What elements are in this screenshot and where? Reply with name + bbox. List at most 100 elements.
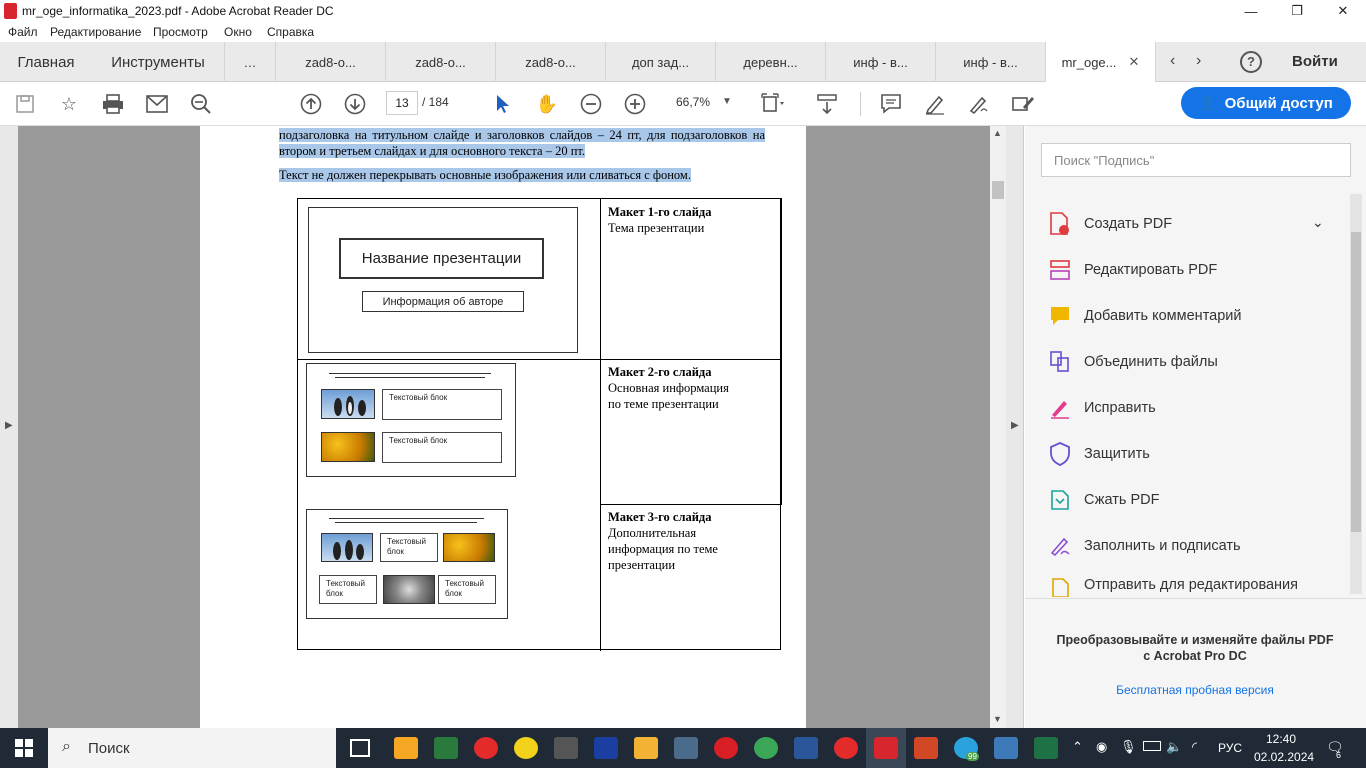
microphone-icon[interactable]: 🎙	[1120, 739, 1137, 755]
page-fit-icon[interactable]	[760, 92, 786, 116]
task-view-icon[interactable]	[350, 739, 370, 757]
tool-fix[interactable]: Исправить	[1048, 393, 1156, 423]
comment-icon[interactable]	[878, 92, 904, 116]
signin-button[interactable]: Войти	[1292, 53, 1338, 70]
tool-edit-pdf[interactable]: Редактировать PDF	[1048, 255, 1217, 285]
document-viewport[interactable]: подзаголовка на титульном слайде и загол…	[18, 126, 990, 728]
tool-protect[interactable]: Защитить	[1048, 439, 1150, 469]
tab-overflow[interactable]: …	[224, 42, 276, 82]
next-page-icon[interactable]	[342, 92, 368, 116]
expand-left-pane-icon[interactable]: ▶	[5, 420, 13, 431]
acrobat-taskbar-icon[interactable]	[874, 737, 898, 759]
pane-scrollbar[interactable]	[1350, 194, 1362, 594]
menu-view[interactable]: Просмотр	[153, 25, 208, 39]
tool-combine-files[interactable]: Объединить файлы	[1048, 347, 1218, 377]
tool-fill-sign[interactable]: Заполнить и подписать	[1048, 531, 1241, 561]
email-icon[interactable]	[144, 92, 170, 116]
minimize-button[interactable]: —	[1228, 0, 1274, 22]
kaspersky-icon[interactable]	[394, 737, 418, 759]
tab-doc[interactable]: деревн...	[716, 42, 826, 82]
document-scrollbar[interactable]: ▲ ▼	[990, 126, 1006, 728]
zoom-in-icon[interactable]	[622, 92, 648, 116]
tool-send-for-edit[interactable]: Отправить для редактирования	[1048, 577, 1298, 597]
collapse-right-pane-icon[interactable]: ▶	[1011, 420, 1019, 431]
tab-next-icon[interactable]: ›	[1196, 52, 1201, 70]
share-button[interactable]: 👤 Общий доступ	[1181, 87, 1351, 119]
yandex-browser-icon[interactable]	[474, 737, 498, 759]
tab-tools[interactable]: Инструменты	[92, 42, 224, 82]
opera-icon[interactable]	[714, 737, 738, 759]
yandex-icon[interactable]	[834, 737, 858, 759]
print-icon[interactable]	[100, 92, 126, 116]
free-trial-link[interactable]: Бесплатная пробная версия	[1040, 683, 1350, 697]
file-explorer-icon[interactable]	[634, 737, 658, 759]
clock-date[interactable]: 02.02.2024	[1254, 750, 1314, 764]
zoom-level-select[interactable]: 66,7%	[676, 95, 710, 109]
save-icon[interactable]	[12, 92, 38, 116]
tool-compress-pdf[interactable]: Сжать PDF	[1048, 485, 1159, 515]
volume-icon[interactable]: 🔈	[1166, 739, 1182, 755]
tab-doc[interactable]: доп зад...	[606, 42, 716, 82]
app-icon[interactable]	[554, 737, 578, 759]
bookmark-star-icon[interactable]: ☆	[56, 92, 82, 116]
tab-doc[interactable]: zad8-o...	[386, 42, 496, 82]
help-icon[interactable]: ?	[1240, 51, 1262, 73]
tab-doc[interactable]: инф - в...	[826, 42, 936, 82]
word-icon[interactable]	[794, 737, 818, 759]
close-button[interactable]: ✕	[1320, 0, 1366, 22]
windows-start-icon[interactable]	[15, 739, 33, 760]
battery-icon[interactable]	[1143, 741, 1161, 751]
scroll-down-icon[interactable]: ▼	[993, 714, 1002, 724]
tab-doc[interactable]: zad8-o...	[276, 42, 386, 82]
scroll-up-icon[interactable]: ▲	[993, 128, 1002, 138]
excel-icon[interactable]	[1034, 737, 1058, 759]
highlight-pen-icon[interactable]	[922, 92, 948, 116]
menu-help[interactable]: Справка	[267, 25, 314, 39]
paragraph-font-sizes: подзаголовка на титульном слайде и загол…	[279, 128, 765, 158]
chrome-icon[interactable]	[754, 737, 778, 759]
notifications-icon[interactable]: 🗨	[1326, 739, 1344, 756]
page-number-input[interactable]: 13	[386, 91, 418, 115]
language-indicator[interactable]: РУС	[1218, 741, 1242, 755]
menu-window[interactable]: Окно	[224, 25, 252, 39]
tab-doc[interactable]: инф - в...	[936, 42, 1046, 82]
fill-sign-icon[interactable]	[1010, 92, 1036, 116]
app-icon[interactable]	[514, 737, 538, 759]
menu-edit[interactable]: Редактирование	[50, 25, 141, 39]
window-title: mr_oge_informatika_2023.pdf - Adobe Acro…	[22, 4, 334, 18]
app-icon[interactable]	[434, 737, 458, 759]
tab-home[interactable]: Главная	[0, 42, 92, 82]
close-tab-icon[interactable]: ✕	[1129, 54, 1140, 70]
clock-time[interactable]: 12:40	[1266, 732, 1296, 746]
sign-icon[interactable]	[966, 92, 992, 116]
app-icon[interactable]	[594, 737, 618, 759]
tool-create-pdf[interactable]: Создать PDF	[1048, 209, 1172, 239]
hand-tool-icon[interactable]: ✋	[534, 92, 560, 116]
find-zoom-icon[interactable]	[188, 92, 214, 116]
tray-chevron-icon[interactable]: ⌃	[1072, 739, 1083, 755]
powerpoint-icon[interactable]	[914, 737, 938, 759]
tab-doc[interactable]: zad8-o...	[496, 42, 606, 82]
maximize-button[interactable]: ❐	[1274, 0, 1320, 22]
taskbar-search[interactable]: ⌕ Поиск	[48, 728, 336, 768]
create-pdf-icon	[1048, 212, 1072, 236]
tab-prev-icon[interactable]: ‹	[1170, 52, 1175, 70]
slide2-label: Макет 2-го слайда	[608, 365, 712, 379]
calculator-icon[interactable]	[674, 737, 698, 759]
tray-app-icon[interactable]: ◉	[1096, 739, 1107, 755]
menu-file[interactable]: Файл	[8, 25, 38, 39]
scroll-mode-icon[interactable]	[814, 92, 840, 116]
zoom-out-icon[interactable]	[578, 92, 604, 116]
tab-active-doc[interactable]: mr_oge... ✕	[1046, 42, 1156, 82]
python-icon[interactable]	[994, 737, 1018, 759]
zoom-dropdown-icon[interactable]: ▼	[722, 96, 732, 107]
tool-add-comment[interactable]: Добавить комментарий	[1048, 301, 1242, 331]
pane-scroll-thumb[interactable]	[1351, 232, 1361, 532]
chevron-down-icon[interactable]: ⌄	[1312, 214, 1324, 231]
previous-page-icon[interactable]	[298, 92, 324, 116]
scroll-thumb[interactable]	[992, 181, 1004, 199]
tools-search-input[interactable]: Поиск "Подпись"	[1041, 143, 1351, 177]
slide3-title-line	[335, 522, 477, 523]
select-cursor-icon[interactable]	[490, 92, 516, 116]
network-icon[interactable]: ◜	[1192, 739, 1197, 755]
